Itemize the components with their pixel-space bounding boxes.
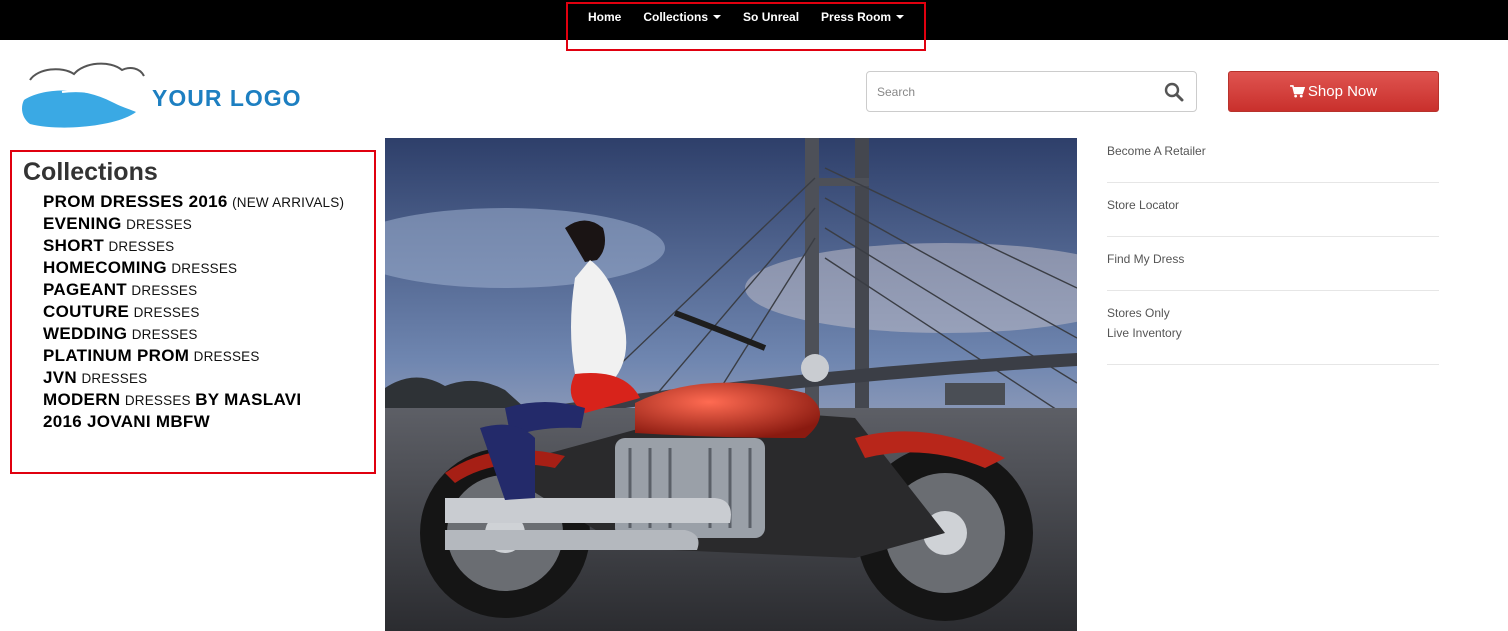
link-label: Store Locator [1107,198,1180,212]
collection-name: WEDDING [43,324,128,343]
shop-now-label: Shop Now [1307,83,1378,100]
collection-item-jovani-mbfw[interactable]: 2016 JOVANI MBFW [43,411,344,433]
collection-name: PLATINUM PROM [43,346,190,365]
collection-name: 2016 JOVANI MBFW [43,412,210,431]
collection-item-evening[interactable]: EVENING DRESSES [43,213,344,235]
search-icon[interactable] [1164,82,1184,102]
shop-now-button[interactable]: Shop Now [1228,71,1439,112]
collection-name: PAGEANT [43,280,127,299]
collection-suffix: DRESSES [124,393,191,408]
hero-image[interactable] [385,138,1077,631]
collection-item-short[interactable]: SHORT DRESSES [43,235,344,257]
link-label: Become A Retailer [1107,144,1206,158]
collection-name: JVN [43,368,77,387]
link-stores-only-live-inventory[interactable]: Stores Only Live Inventory [1107,300,1439,365]
nav-highlight-box [566,2,926,51]
collection-suffix: DRESSES [193,349,260,364]
collection-suffix: (NEW ARRIVALS) [232,195,345,210]
collection-name: HOMECOMING [43,258,167,277]
collections-sidebar: Collections PROM DRESSES 2016 (NEW ARRIV… [23,157,344,433]
collection-suffix: DRESSES [131,327,198,342]
collection-item-couture[interactable]: COUTURE DRESSES [43,301,344,323]
search-input[interactable] [867,72,1167,111]
right-links: Become A Retailer Store Locator Find My … [1107,138,1439,374]
logo-text: YOUR LOGO [152,85,302,111]
collection-name: PROM DRESSES 2016 [43,192,228,211]
collection-suffix: DRESSES [133,305,200,320]
link-label: Stores Only [1107,306,1170,320]
collections-title: Collections [23,158,158,186]
link-store-locator[interactable]: Store Locator [1107,192,1439,237]
collection-name: EVENING [43,214,122,233]
collection-suffix: DRESSES [171,261,238,276]
link-become-retailer[interactable]: Become A Retailer [1107,138,1439,183]
collection-suffix: DRESSES [108,239,175,254]
collections-list: PROM DRESSES 2016 (NEW ARRIVALS) EVENING… [43,191,344,433]
collection-name: COUTURE [43,302,130,321]
collection-item-jvn[interactable]: JVN DRESSES [43,367,344,389]
collection-suffix: DRESSES [126,217,192,232]
collection-suffix: DRESSES [81,371,148,386]
collection-item-prom-2016[interactable]: PROM DRESSES 2016 (NEW ARRIVALS) [43,191,344,213]
collection-item-homecoming[interactable]: HOMECOMING DRESSES [43,257,344,279]
collection-suffix: DRESSES [131,283,198,298]
collection-item-wedding[interactable]: WEDDING DRESSES [43,323,344,345]
collection-designer: BY MASLAVI [195,390,302,409]
collection-name: SHORT [43,236,104,255]
search-box [866,71,1197,112]
collection-item-platinum-prom[interactable]: PLATINUM PROM DRESSES [43,345,344,367]
link-label-line2: Live Inventory [1107,326,1182,340]
collection-item-modern[interactable]: MODERN DRESSES BY MASLAVI [43,389,344,411]
collection-name: MODERN [43,390,121,409]
collection-item-pageant[interactable]: PAGEANT DRESSES [43,279,344,301]
link-find-my-dress[interactable]: Find My Dress [1107,246,1439,291]
link-label: Find My Dress [1107,252,1185,266]
cart-icon [1289,85,1305,98]
motorcycle-photo [385,138,1077,631]
